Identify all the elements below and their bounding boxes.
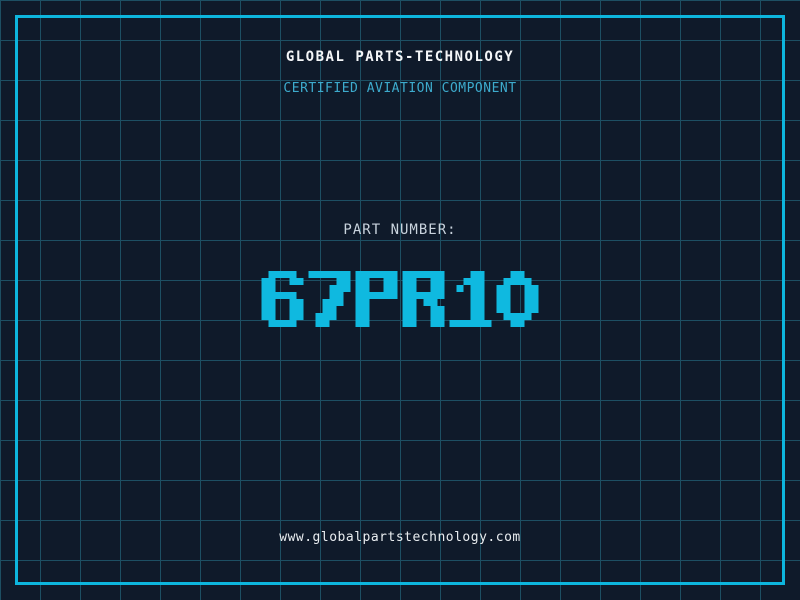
part-number-label: PART NUMBER: xyxy=(343,222,457,238)
website-url: www.globalpartstechnology.com xyxy=(279,530,521,545)
certification-tagline: CERTIFIED AVIATION COMPONENT xyxy=(283,81,517,96)
company-name: GLOBAL PARTS-TECHNOLOGY xyxy=(285,49,515,65)
part-number-display xyxy=(261,271,539,327)
part-certificate-page: GLOBAL PARTS-TECHNOLOGY CERTIFIED AVIATI… xyxy=(0,0,800,600)
